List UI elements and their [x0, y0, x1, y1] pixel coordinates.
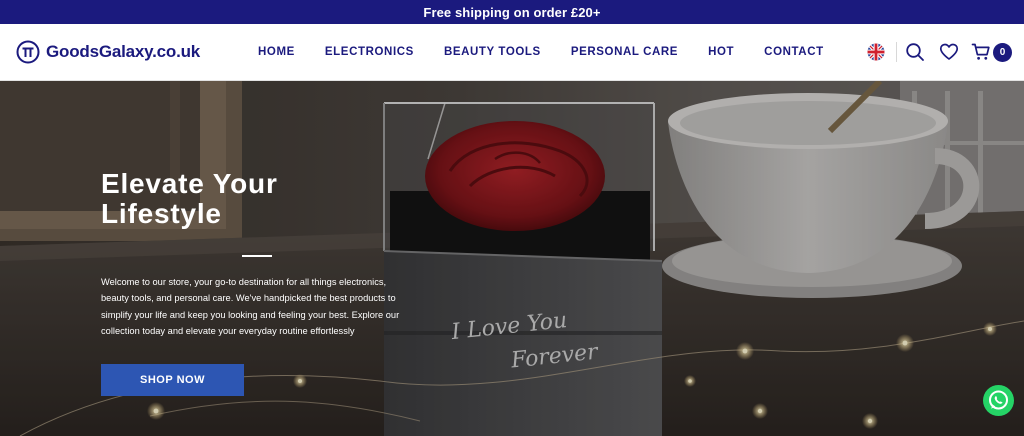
- heart-icon[interactable]: [937, 40, 961, 64]
- hero-description: Welcome to our store, your go-to destina…: [101, 277, 400, 336]
- main-nav: HOME ELECTRONICS BEAUTY TOOLS PERSONAL C…: [258, 24, 824, 80]
- site-header: GoodsGalaxy.co.uk HOME ELECTRONICS BEAUT…: [0, 24, 1024, 81]
- nav-home[interactable]: HOME: [258, 46, 295, 58]
- whatsapp-icon[interactable]: [983, 385, 1014, 416]
- cart-count-badge: 0: [993, 42, 1012, 62]
- cart-icon: [971, 43, 990, 60]
- hero-title: Elevate Your Lifestyle: [101, 168, 278, 229]
- announcement-bar: Free shipping on order £20+: [0, 0, 1024, 24]
- logo-icon: [16, 40, 40, 64]
- page: Free shipping on order £20+ GoodsGalaxy.…: [0, 0, 1024, 436]
- search-icon[interactable]: [903, 40, 927, 64]
- nav-beauty-tools[interactable]: BEAUTY TOOLS: [444, 46, 541, 58]
- header-divider: [896, 42, 897, 62]
- shop-now-button[interactable]: SHOP NOW: [101, 364, 244, 396]
- header-actions: 0: [864, 24, 1012, 80]
- announcement-text: Free shipping on order £20+: [423, 4, 601, 20]
- nav-personal-care[interactable]: PERSONAL CARE: [571, 46, 678, 58]
- hero-divider: [242, 255, 272, 257]
- cart-button[interactable]: 0: [971, 42, 1012, 62]
- logo-text: GoodsGalaxy.co.uk: [46, 42, 201, 61]
- nav-hot[interactable]: HOT: [708, 46, 734, 58]
- hero-copy: Elevate Your Lifestyle Welcome to our st…: [101, 169, 421, 339]
- nav-contact[interactable]: CONTACT: [764, 46, 824, 58]
- uk-flag-icon[interactable]: [864, 40, 888, 64]
- logo[interactable]: GoodsGalaxy.co.uk: [16, 38, 200, 66]
- hero-banner: I Love You Forever Elevate Your Lifestyl…: [0, 81, 1024, 436]
- nav-electronics[interactable]: ELECTRONICS: [325, 46, 414, 58]
